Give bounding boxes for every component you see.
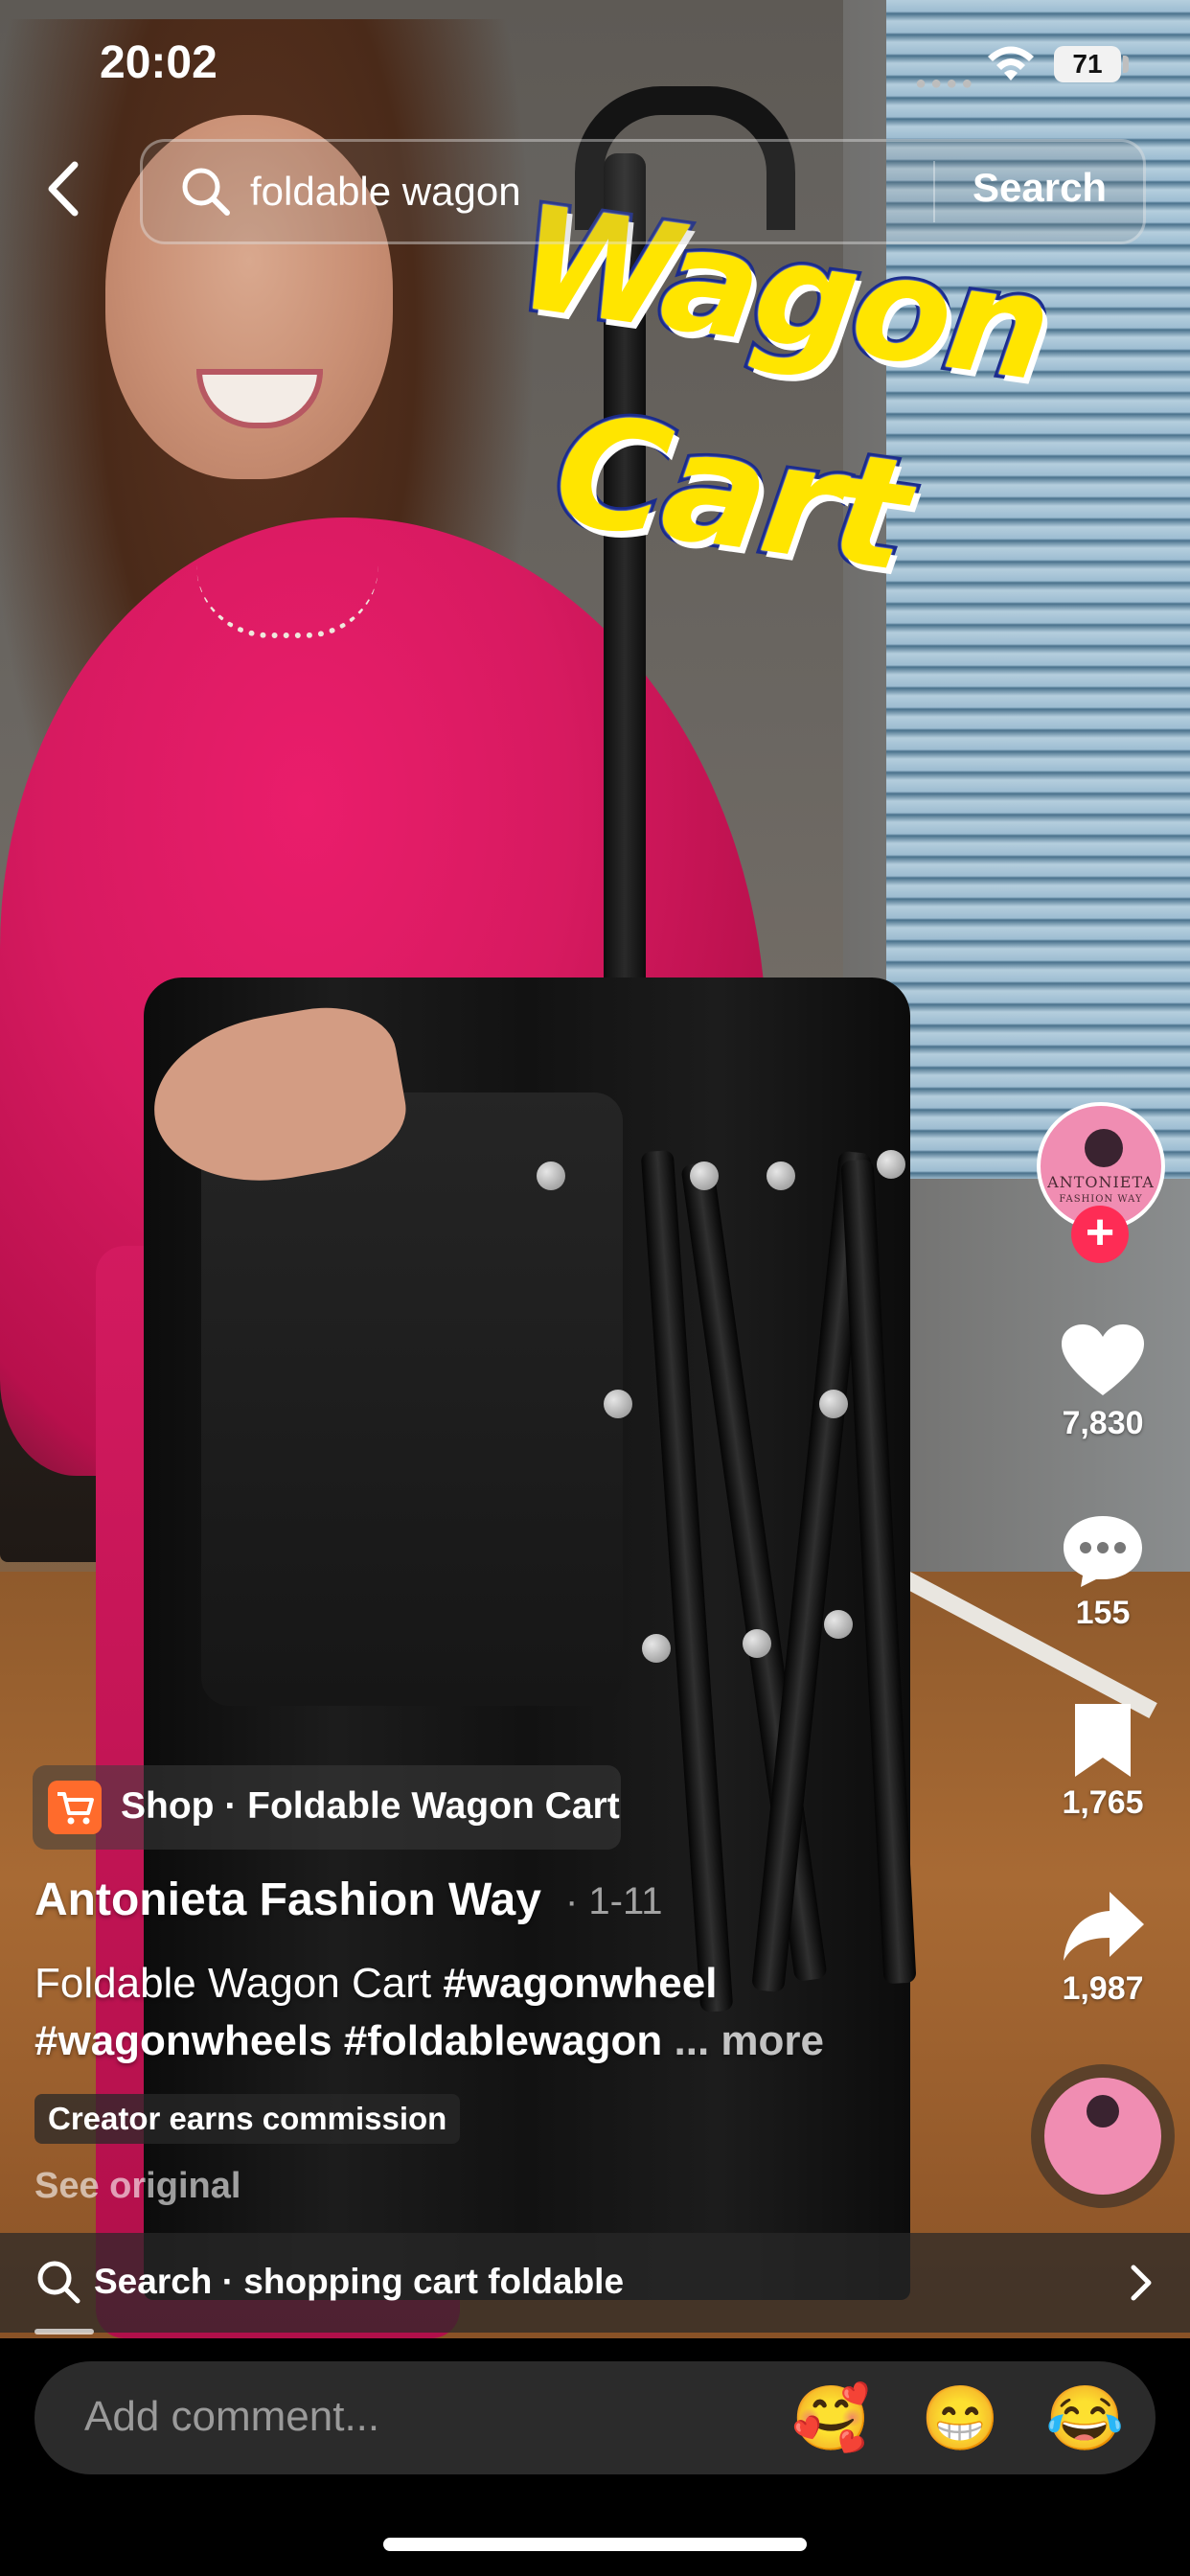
comment-count: 155: [1075, 1595, 1131, 1631]
search-divider: [933, 161, 935, 222]
search-icon: [37, 2261, 80, 2304]
more-link[interactable]: ... more: [662, 2017, 824, 2064]
battery-nub: [1123, 56, 1129, 73]
search-icon: [182, 168, 230, 216]
wagon-bolt: [819, 1390, 848, 1418]
wagon-bolt: [824, 1610, 853, 1639]
like-count: 7,830: [1062, 1405, 1144, 1441]
sound-disc[interactable]: [1044, 2078, 1161, 2195]
avatar-text: ANTONIETA: [1047, 1173, 1155, 1191]
status-bar: 20:02 ●●●● 71: [0, 0, 1190, 134]
bookmark-icon: [1075, 1704, 1131, 1777]
save-button[interactable]: 1,765: [1050, 1702, 1156, 1822]
video-screen: Wagon Cart 20:02 ●●●● 71 foldable wagon …: [0, 0, 1190, 2576]
see-original-link[interactable]: See original: [34, 2166, 240, 2207]
search-bar[interactable]: foldable wagon Search: [140, 139, 1146, 244]
avatar-logo-mark: [1085, 1129, 1123, 1167]
avatar-subtext: FASHION WAY: [1059, 1194, 1143, 1205]
heart-icon: [1062, 1324, 1144, 1395]
wagon-bolt: [604, 1390, 632, 1418]
shop-product-label: Shop · Foldable Wagon Cart: [121, 1785, 620, 1827]
search-button[interactable]: Search: [973, 165, 1107, 211]
sound-disc-logo: [1087, 2095, 1119, 2128]
save-count: 1,765: [1062, 1784, 1144, 1821]
overlay-title-line2: Cart: [541, 376, 920, 610]
comment-bubble-icon: [1064, 1516, 1142, 1587]
battery-icon: 71: [1054, 46, 1121, 82]
wagon-bolt: [743, 1629, 771, 1658]
share-count: 1,987: [1062, 1970, 1144, 2007]
emoji-button-smiling-hearts[interactable]: 🥰: [791, 2384, 870, 2451]
back-chevron-icon[interactable]: [40, 157, 88, 220]
post-date: · 1-11: [565, 1880, 663, 1922]
wagon-bolt: [537, 1162, 565, 1190]
share-button[interactable]: 1,987: [1050, 1888, 1156, 2008]
hashtag[interactable]: #wagonwheels: [34, 2017, 332, 2064]
follow-plus-button[interactable]: +: [1071, 1206, 1129, 1263]
comment-button[interactable]: 155: [1050, 1512, 1156, 1632]
search-input[interactable]: foldable wagon: [250, 169, 521, 215]
hashtag[interactable]: #wagonwheel: [443, 1960, 717, 2007]
shop-product-tag[interactable]: Shop · Foldable Wagon Cart: [33, 1765, 621, 1850]
video-progress-bar[interactable]: [34, 2329, 94, 2334]
home-indicator[interactable]: [383, 2538, 807, 2551]
related-search-label: Search · shopping cart foldable: [94, 2262, 625, 2301]
emoji-button-laugh-tears[interactable]: 😂: [1045, 2384, 1124, 2451]
author-name[interactable]: Antonieta Fashion Way: [34, 1874, 541, 1926]
post-caption[interactable]: Foldable Wagon Cart #wagonwheel #wagonwh…: [34, 1955, 858, 2070]
hashtag[interactable]: #foldablewagon: [344, 2017, 662, 2064]
comment-placeholder: Add comment...: [84, 2393, 380, 2440]
wagon-bolt: [877, 1150, 905, 1179]
wagon-bolt: [642, 1634, 671, 1663]
related-search-bar[interactable]: Search · shopping cart foldable: [0, 2233, 1190, 2333]
commission-badge: Creator earns commission: [34, 2094, 461, 2144]
emoji-button-grin[interactable]: 😁: [921, 2384, 999, 2451]
caption-text: Foldable Wagon Cart: [34, 1960, 444, 2007]
like-button[interactable]: 7,830: [1050, 1322, 1156, 1442]
bottom-comment-area: Add comment... 🥰 😁 😂: [0, 2338, 1190, 2576]
wifi-icon: [988, 46, 1034, 80]
wagon-bolt: [690, 1162, 719, 1190]
chevron-right-icon: [1131, 2265, 1152, 2301]
status-time: 20:02: [100, 37, 217, 88]
comment-input[interactable]: Add comment... 🥰 😁 😂: [34, 2361, 1156, 2474]
video-title-overlay: Wagon Cart: [498, 171, 1062, 661]
wagon-bolt: [767, 1162, 795, 1190]
share-arrow-icon: [1064, 1892, 1144, 1961]
shopping-cart-icon: [48, 1781, 102, 1834]
cellular-signal-icon: ●●●●: [915, 73, 977, 94]
